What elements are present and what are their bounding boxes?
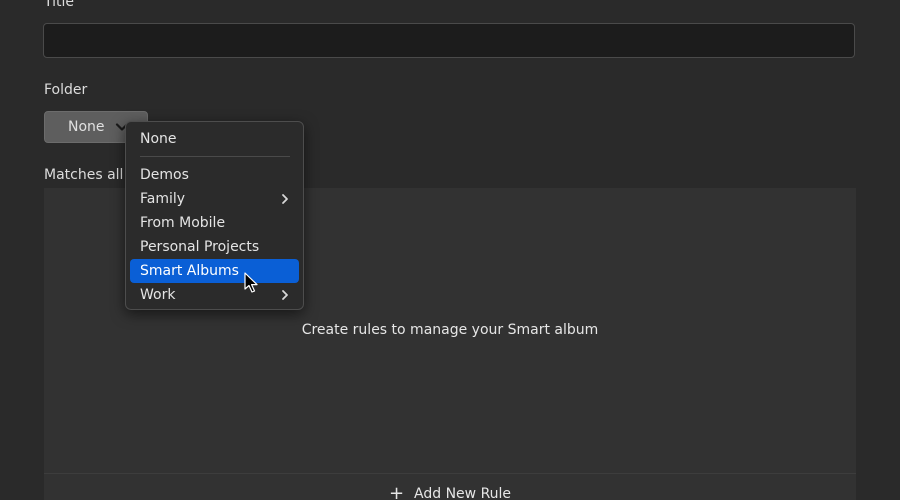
plus-icon: + (388, 483, 405, 500)
menu-item-label: Personal Projects (140, 239, 260, 255)
menu-item-label: Smart Albums (140, 263, 239, 279)
menu-item-label: Demos (140, 167, 189, 183)
menu-item-work[interactable]: Work (130, 283, 299, 307)
chevron-right-icon (282, 290, 288, 300)
chevron-right-icon (282, 194, 288, 204)
matches-label: Matches all c (44, 167, 136, 183)
menu-item-label: From Mobile (140, 215, 226, 231)
rules-divider (44, 473, 856, 474)
title-input[interactable] (43, 23, 855, 58)
menu-item-label: Work (140, 287, 176, 303)
menu-item-smart-albums[interactable]: Smart Albums (130, 259, 299, 283)
folder-dropdown-value: None (68, 119, 105, 135)
menu-item-family[interactable]: Family (130, 187, 299, 211)
menu-item-personal-projects[interactable]: Personal Projects (130, 235, 299, 259)
add-new-rule-label: Add New Rule (414, 486, 512, 500)
menu-item-from-mobile[interactable]: From Mobile (130, 211, 299, 235)
mouse-pointer-icon (244, 272, 258, 293)
menu-item-label: Family (140, 191, 186, 207)
menu-item-demos[interactable]: Demos (130, 163, 299, 187)
rules-empty-message: Create rules to manage your Smart album (301, 322, 599, 338)
folder-label: Folder (44, 82, 88, 98)
menu-item-none[interactable]: None (130, 127, 299, 151)
add-new-rule-button[interactable]: + Add New Rule (44, 483, 856, 500)
smart-album-dialog: Title Folder None Matches all c Create r… (0, 0, 900, 500)
menu-separator (140, 156, 290, 157)
folder-dropdown-menu: None Demos Family From Mobile Personal P… (125, 121, 304, 310)
menu-item-label: None (140, 131, 177, 147)
title-label: Title (44, 0, 75, 10)
